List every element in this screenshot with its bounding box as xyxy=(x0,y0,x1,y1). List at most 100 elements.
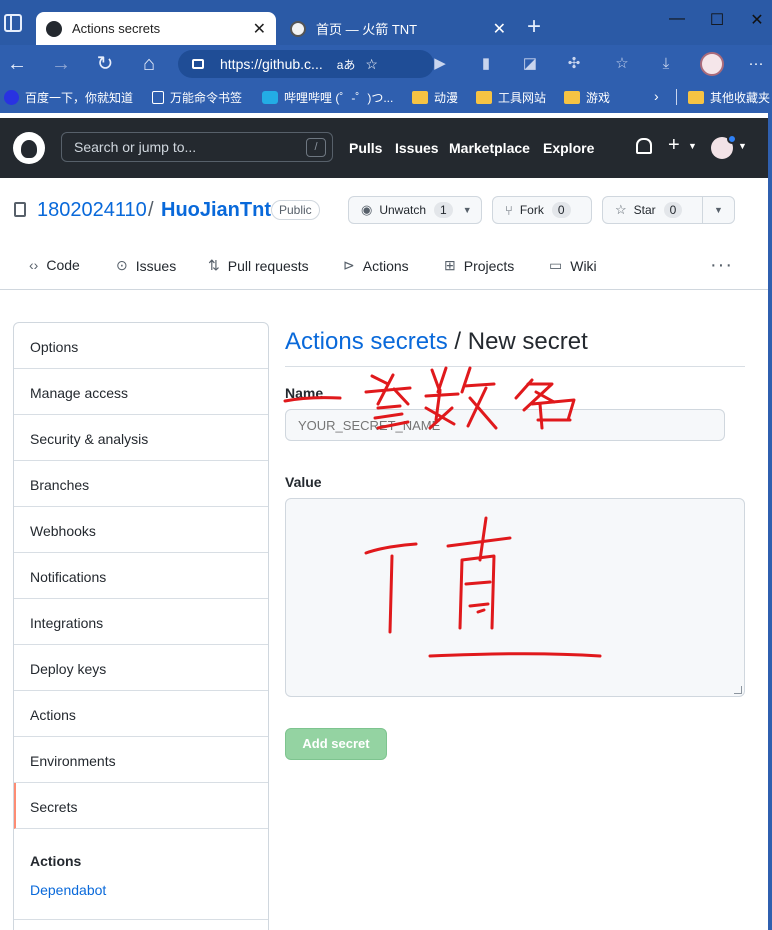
download-icon[interactable]: ⤓ xyxy=(656,54,676,74)
baidu-icon xyxy=(4,90,19,105)
browser-tab-active[interactable]: Actions secrets ✕ xyxy=(36,12,276,45)
caret-down-icon[interactable]: ▼ xyxy=(738,141,747,151)
sidebar-item-branches[interactable]: Branches xyxy=(14,461,268,507)
bookmark-folder[interactable]: 游戏 xyxy=(564,89,610,106)
play-icon[interactable]: ▶ xyxy=(430,54,450,74)
bookmark-label: 哔哩哔哩 (゜-゜)つ... xyxy=(284,91,394,105)
sidebar-item-deploy-keys[interactable]: Deploy keys xyxy=(14,645,268,691)
nav-issues[interactable]: Issues xyxy=(395,140,439,156)
nav-pulls[interactable]: Pulls xyxy=(349,140,382,156)
window-close-icon[interactable]: ✕ xyxy=(742,10,772,30)
bookmark-folder[interactable]: 工具网站 xyxy=(476,89,546,106)
puzzle-icon[interactable]: ✣ xyxy=(564,54,584,74)
tab-issues[interactable]: ⊙ Issues xyxy=(116,257,176,274)
maximize-icon[interactable]: ☐ xyxy=(702,10,732,30)
star-icon: ☆ xyxy=(615,202,627,217)
tab-label: Projects xyxy=(463,257,515,274)
secret-name-field[interactable] xyxy=(285,409,725,441)
repo-nav: ‹› Code ⊙ Issues ⇅ Pull requests ⊳ Actio… xyxy=(0,250,768,290)
sidebar-item-actions[interactable]: Actions xyxy=(14,691,268,737)
tab-label: Code xyxy=(46,257,80,273)
add-secret-button[interactable]: Add secret xyxy=(285,728,387,760)
more-icon[interactable]: ··· xyxy=(746,54,766,74)
status-dot xyxy=(727,134,737,144)
repo-name-link[interactable]: HuoJianTnt xyxy=(161,199,271,222)
github-favicon-icon xyxy=(46,20,62,37)
sidebar-item-integrations[interactable]: Integrations xyxy=(14,599,268,645)
tab-pull-requests[interactable]: ⇅ Pull requests xyxy=(208,257,309,274)
forward-icon[interactable]: → xyxy=(50,53,72,75)
url-text: https://github.c... xyxy=(220,56,323,72)
name-label: Name xyxy=(285,385,324,401)
bookmarks-divider xyxy=(676,89,677,105)
address-toolbar: ← → ↻ ⌂ https://github.c... aあ ☆ ▶ ▮ ◪ ✣… xyxy=(0,45,772,83)
tab-title: 首页 — 火箭 TNT xyxy=(316,22,418,37)
back-icon[interactable]: ← xyxy=(6,53,28,75)
url-field[interactable]: https://github.c... aあ ☆ xyxy=(178,50,434,78)
unwatch-label: Unwatch xyxy=(379,203,427,217)
tab-title: Actions secrets xyxy=(72,21,161,36)
nav-marketplace[interactable]: Marketplace xyxy=(449,140,530,156)
bookmark-label: 其他收藏夹 xyxy=(710,91,771,105)
breadcrumb-actions-secrets[interactable]: Actions secrets xyxy=(285,328,448,355)
tab-wiki[interactable]: ▭ Wiki xyxy=(549,257,597,274)
fork-count: 0 xyxy=(551,202,571,218)
favorites-icon[interactable]: ☆ xyxy=(612,54,632,74)
bookmark-label: 动漫 xyxy=(434,91,459,105)
sidebar-item-webhooks[interactable]: Webhooks xyxy=(14,507,268,553)
extension-icon[interactable]: ◪ xyxy=(520,54,540,74)
reading-view-icon[interactable]: ▮ xyxy=(476,54,496,74)
nav-explore[interactable]: Explore xyxy=(543,140,594,156)
bookmark-label: 工具网站 xyxy=(498,91,547,105)
fork-icon: ⑂ xyxy=(505,202,513,218)
unwatch-button[interactable]: ◉ Unwatch 1 ▼ xyxy=(348,196,482,224)
sidebar-item-manage-access[interactable]: Manage access xyxy=(14,369,268,415)
tab-projects[interactable]: ⊞ Projects xyxy=(444,257,514,274)
star-label: Star xyxy=(633,203,656,217)
star-dropdown-icon[interactable]: ▼ xyxy=(702,196,735,224)
sidebar-item-environments[interactable]: Environments xyxy=(14,737,268,783)
bell-icon[interactable] xyxy=(636,138,652,154)
sidebar-item-security-analysis[interactable]: Security & analysis xyxy=(14,415,268,461)
repo-owner-link[interactable]: 1802024110 xyxy=(37,199,147,222)
tab-label: Pull requests xyxy=(227,257,309,274)
search-input[interactable]: Search or jump to... / xyxy=(61,132,333,162)
bookmark-folder[interactable]: 其他收藏夹 xyxy=(688,89,770,106)
tab-code[interactable]: ‹› Code xyxy=(29,257,80,273)
tab-actions-icon[interactable] xyxy=(4,14,22,32)
refresh-icon[interactable]: ↻ xyxy=(94,53,116,75)
window-edge xyxy=(768,113,772,930)
read-aloud-icon[interactable]: aあ xyxy=(337,56,356,73)
sidebar-item-secrets[interactable]: Secrets xyxy=(14,783,268,829)
tab-close-icon[interactable]: ✕ xyxy=(253,19,266,39)
add-favorite-icon[interactable]: ☆ xyxy=(365,56,378,73)
bookmark-folder[interactable]: 动漫 xyxy=(412,89,458,106)
tab-close-icon[interactable]: ✕ xyxy=(493,19,506,39)
chevron-right-icon[interactable]: › xyxy=(654,88,659,104)
sidebar-link-dependabot[interactable]: Dependabot xyxy=(30,882,106,898)
profile-avatar[interactable] xyxy=(700,52,724,76)
play-circle-icon: ⊳ xyxy=(343,257,355,273)
minimize-icon[interactable]: — xyxy=(662,10,692,28)
plus-icon[interactable]: + xyxy=(668,134,680,157)
star-button[interactable]: ☆ Star 0 xyxy=(602,196,703,224)
fork-button[interactable]: ⑂ Fork 0 xyxy=(492,196,592,224)
home-icon[interactable]: ⌂ xyxy=(138,53,160,75)
bookmark-item[interactable]: 万能命令书签 xyxy=(152,89,242,106)
bookmark-item[interactable]: 哔哩哔哩 (゜-゜)つ... xyxy=(262,89,393,106)
new-tab-icon[interactable]: + xyxy=(520,14,548,42)
more-tabs-icon[interactable]: ··· xyxy=(710,254,733,277)
resize-handle-icon[interactable] xyxy=(734,686,742,694)
settings-sidebar: Options Manage access Security & analysi… xyxy=(13,322,269,930)
bookmark-item[interactable]: 百度一下，你就知道 xyxy=(4,89,133,106)
sidebar-item-options[interactable]: Options xyxy=(14,323,268,369)
sidebar-item-notifications[interactable]: Notifications xyxy=(14,553,268,599)
folder-icon xyxy=(476,91,492,104)
secret-value-field[interactable] xyxy=(285,498,745,697)
browser-tab-inactive[interactable]: 首页 — 火箭 TNT ✕ xyxy=(280,12,516,45)
github-logo-icon[interactable] xyxy=(13,132,45,164)
repo-icon xyxy=(14,202,26,217)
tab-actions[interactable]: ⊳ Actions xyxy=(343,257,409,274)
caret-down-icon[interactable]: ▼ xyxy=(688,141,697,151)
bookmarks-bar: 百度一下，你就知道 万能命令书签 哔哩哔哩 (゜-゜)つ... 动漫 工具网站 … xyxy=(0,83,772,113)
